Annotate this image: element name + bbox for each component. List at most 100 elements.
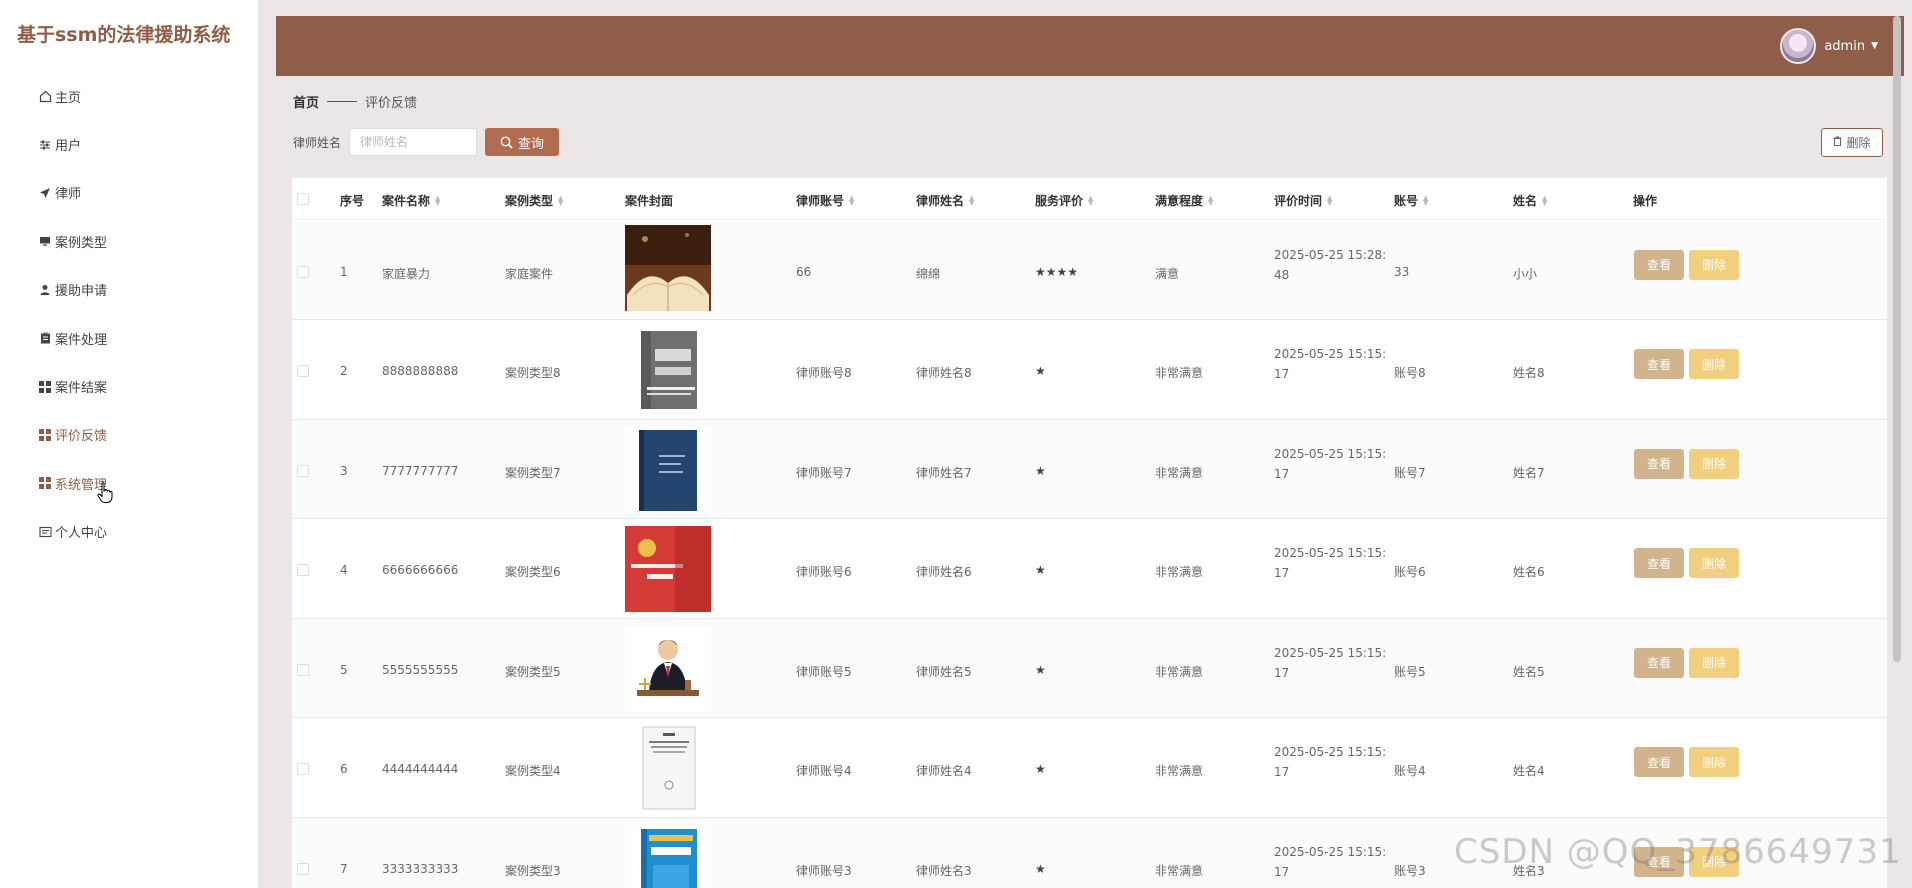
id-card-icon bbox=[38, 525, 52, 539]
cell-name: 姓名8 bbox=[1513, 366, 1545, 380]
sidebar-item-label: 律师 bbox=[55, 187, 82, 203]
sidebar-item-users[interactable]: 用户 bbox=[0, 120, 258, 168]
sidebar-item-system-management[interactable]: 系统管理 bbox=[0, 459, 258, 507]
sidebar-item-label: 个人中心 bbox=[55, 526, 108, 542]
row-checkbox[interactable] bbox=[297, 564, 309, 576]
clipboard-icon bbox=[38, 331, 52, 345]
cell-service-rating: ★ bbox=[1035, 662, 1046, 677]
cell-case-name: 7777777777 bbox=[382, 463, 459, 478]
breadcrumb-home[interactable]: 首页 bbox=[293, 92, 319, 111]
sliders-icon bbox=[38, 138, 52, 152]
blue-civil-procedure-cover bbox=[625, 824, 711, 888]
cell-name: 小小 bbox=[1513, 266, 1538, 281]
sort-icon: ▲ ▼ bbox=[1088, 193, 1094, 207]
column-header[interactable]: 账号 ▲ ▼ bbox=[1394, 192, 1428, 209]
sort-icon: ▲ ▼ bbox=[1208, 193, 1214, 207]
cell-lawyer-account: 律师账号4 bbox=[796, 764, 852, 778]
cell-no: 6 bbox=[340, 762, 348, 776]
sidebar-item-lawyers[interactable]: 律师 bbox=[0, 169, 258, 217]
sidebar-item-label: 案件结案 bbox=[55, 381, 108, 397]
view-button[interactable]: 查看 bbox=[1634, 647, 1684, 678]
row-checkbox[interactable] bbox=[297, 663, 309, 676]
delete-button[interactable]: 删除 bbox=[1689, 548, 1739, 578]
breadcrumb: 首页 评价反馈 bbox=[293, 92, 417, 111]
row-checkbox[interactable] bbox=[297, 763, 309, 775]
view-button[interactable]: 查看 bbox=[1634, 448, 1684, 479]
column-header[interactable]: 案例类型 ▲ ▼ bbox=[505, 192, 563, 209]
column-header[interactable]: 律师账号 ▲ ▼ bbox=[796, 192, 854, 209]
column-header[interactable]: 满意程度 ▲ ▼ bbox=[1155, 192, 1213, 209]
cell-account: 账号3 bbox=[1394, 863, 1426, 878]
sidebar-item-personal-center[interactable]: 个人中心 bbox=[0, 508, 258, 556]
delete-button[interactable]: 删除 bbox=[1689, 448, 1739, 479]
column-header[interactable]: 服务评价 ▲ ▼ bbox=[1035, 192, 1093, 209]
batch-delete-button[interactable]: 删除 bbox=[1821, 128, 1883, 157]
cell-service-rating: ★ bbox=[1035, 563, 1046, 577]
sidebar-item-case-types[interactable]: 案例类型 bbox=[0, 217, 258, 265]
gray-book-cover bbox=[625, 327, 711, 413]
delete-button[interactable]: 删除 bbox=[1689, 249, 1739, 280]
sidebar-item-case-handling[interactable]: 案件处理 bbox=[0, 314, 258, 362]
cell-lawyer-account: 66 bbox=[796, 264, 812, 279]
cell-account: 账号4 bbox=[1394, 764, 1426, 778]
page-scrollbar[interactable] bbox=[1893, 16, 1901, 662]
white-book-cover bbox=[625, 725, 711, 811]
row-checkbox[interactable] bbox=[297, 464, 309, 477]
view-button[interactable]: 查看 bbox=[1634, 349, 1684, 379]
user-menu[interactable]: admin ▼ bbox=[1780, 28, 1878, 64]
table-header: 序号 案件名称 ▲ ▼ 案例类型 ▲ ▼ 案件封面 律师账号 ▲ ▼ 律师姓名 ▲ ▼ 服务评价… bbox=[292, 178, 1887, 220]
cell-account: 账号6 bbox=[1394, 565, 1426, 579]
avatar bbox=[1780, 28, 1817, 64]
sidebar: 基于ssm的法律援助系统 主页 用户 律师 案例类型 援助申请 案件处理 案件结… bbox=[0, 0, 258, 888]
search-button-label: 查询 bbox=[518, 136, 545, 152]
view-button[interactable]: 查看 bbox=[1634, 249, 1684, 280]
column-header[interactable]: 案件名称 ▲ ▼ bbox=[382, 192, 440, 209]
watermark: CSDN @QQ_3786649731 bbox=[1454, 832, 1902, 872]
sidebar-item-aid-applications[interactable]: 援助申请 bbox=[0, 266, 258, 314]
sidebar-item-label: 援助申请 bbox=[55, 284, 108, 300]
view-button[interactable]: 查看 bbox=[1634, 548, 1684, 578]
sidebar-item-label: 评价反馈 bbox=[55, 429, 108, 445]
sort-icon: ▲ ▼ bbox=[849, 193, 855, 207]
cell-case-name: 3333333333 bbox=[382, 861, 459, 876]
cell-case-type: 案例类型4 bbox=[505, 764, 561, 778]
cell-name: 姓名6 bbox=[1513, 565, 1545, 579]
sidebar-item-feedback[interactable]: 评价反馈 bbox=[0, 411, 258, 459]
sidebar-item-label: 案例类型 bbox=[55, 235, 108, 251]
view-button[interactable]: 查看 bbox=[1634, 747, 1684, 777]
cell-lawyer-name: 律师姓名7 bbox=[916, 465, 972, 480]
sidebar-item-label: 主页 bbox=[55, 90, 82, 106]
table-row: 4 6666666666 案例类型6 律师账号6 律师姓名6 ★ 非常满意 20… bbox=[292, 519, 1887, 619]
lawyer-name-search-input[interactable] bbox=[349, 128, 478, 156]
row-checkbox[interactable] bbox=[297, 862, 309, 875]
cell-satisfaction: 非常满意 bbox=[1155, 565, 1204, 579]
select-all-checkbox[interactable] bbox=[297, 193, 309, 205]
cell-satisfaction: 非常满意 bbox=[1155, 764, 1204, 778]
judge-illustration bbox=[625, 625, 711, 712]
column-header[interactable]: 律师姓名 ▲ ▼ bbox=[916, 192, 974, 209]
open-book-cover bbox=[625, 224, 711, 311]
delete-button[interactable]: 删除 bbox=[1689, 349, 1739, 379]
cell-case-name: 5555555555 bbox=[382, 662, 459, 677]
cell-feedback-time: 2025-05-25 15:15:17 bbox=[1274, 546, 1387, 580]
row-checkbox[interactable] bbox=[297, 365, 309, 377]
delete-button[interactable]: 删除 bbox=[1689, 647, 1739, 678]
table-row: 3 7777777777 案例类型7 律师账号7 律师姓名7 ★ 非常满意 20… bbox=[292, 419, 1887, 519]
grid-icon bbox=[38, 476, 52, 490]
column-header[interactable]: 姓名 ▲ ▼ bbox=[1513, 192, 1547, 209]
cell-satisfaction: 非常满意 bbox=[1155, 465, 1204, 480]
cell-case-type: 案例类型8 bbox=[505, 366, 561, 380]
row-checkbox[interactable] bbox=[297, 265, 309, 278]
delete-button[interactable]: 删除 bbox=[1689, 747, 1739, 777]
batch-delete-label: 删除 bbox=[1846, 136, 1871, 150]
sidebar-item-home[interactable]: 主页 bbox=[0, 72, 258, 120]
cell-account: 33 bbox=[1394, 264, 1410, 279]
cell-case-type: 案例类型7 bbox=[505, 465, 561, 480]
sidebar-item-case-closure[interactable]: 案件结案 bbox=[0, 362, 258, 410]
column-header[interactable]: 评价时间 ▲ ▼ bbox=[1274, 192, 1332, 209]
table-row: 5 5555555555 案例类型5 律师账号5 律师姓名5 ★ 非常满意 20… bbox=[292, 618, 1887, 718]
search-button[interactable]: 查询 bbox=[485, 128, 560, 156]
cell-satisfaction: 非常满意 bbox=[1155, 863, 1204, 878]
cell-case-type: 家庭案件 bbox=[505, 266, 554, 281]
sort-icon: ▲ ▼ bbox=[1542, 193, 1548, 207]
